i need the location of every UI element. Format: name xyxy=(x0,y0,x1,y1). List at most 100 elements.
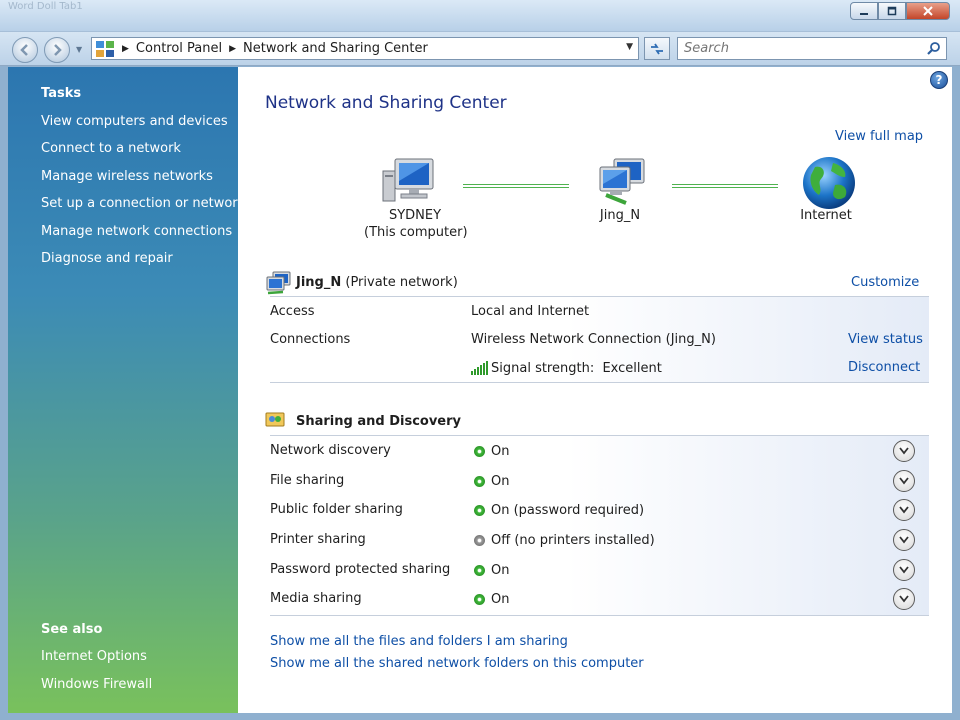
access-value: Local and Internet xyxy=(471,304,590,319)
map-internet-label: Internet xyxy=(800,208,852,223)
chevron-down-icon[interactable]: ▼ xyxy=(626,42,633,52)
control-panel-icon xyxy=(95,40,115,58)
customize-link[interactable]: Customize xyxy=(851,275,919,290)
chevron-down-icon xyxy=(899,477,909,485)
task-pane: Tasks View computers and devices Connect… xyxy=(8,67,245,713)
show-shared-folders-link[interactable]: Show me all the shared network folders o… xyxy=(270,656,644,671)
window-ghost-title: Word Doll Tab1 xyxy=(8,1,83,12)
view-full-map-link[interactable]: View full map xyxy=(835,129,923,144)
divider xyxy=(270,615,929,616)
window-controls xyxy=(850,2,950,20)
breadcrumb-separator-icon: ▶ xyxy=(229,43,237,54)
task-manage-connections[interactable]: Manage network connections xyxy=(41,224,232,239)
signal-strength: Signal strength: Excellent xyxy=(491,361,662,376)
private-network-icon xyxy=(266,271,291,295)
refresh-button[interactable] xyxy=(644,37,670,60)
computer-icon[interactable] xyxy=(381,157,437,207)
minimize-icon xyxy=(860,13,868,15)
task-view-computers[interactable]: View computers and devices xyxy=(41,114,228,129)
arrow-left-icon xyxy=(20,44,28,56)
expand-network-discovery-button[interactable] xyxy=(893,440,915,462)
status-on-icon xyxy=(474,565,485,576)
expand-file-sharing-button[interactable] xyxy=(893,470,915,492)
expand-password-sharing-button[interactable] xyxy=(893,559,915,581)
refresh-icon xyxy=(651,43,663,54)
minimize-button[interactable] xyxy=(850,2,878,20)
sharing-heading: Sharing and Discovery xyxy=(296,414,461,429)
search-input[interactable] xyxy=(684,41,914,56)
task-connect-network[interactable]: Connect to a network xyxy=(41,141,181,156)
divider xyxy=(270,435,929,436)
sharing-icon xyxy=(265,412,285,427)
tasks-heading: Tasks xyxy=(41,86,82,101)
status-text: On xyxy=(491,592,510,607)
network-icon[interactable] xyxy=(596,157,648,207)
sharing-row-password-protected: Password protected sharing xyxy=(270,562,451,577)
signal-value: Excellent xyxy=(602,361,662,376)
task-diagnose-repair[interactable]: Diagnose and repair xyxy=(41,251,173,266)
sharing-row-media: Media sharing xyxy=(270,591,362,606)
disconnect-link[interactable]: Disconnect xyxy=(848,360,920,375)
sharing-row-file-sharing: File sharing xyxy=(270,473,345,488)
sharing-row-network-discovery: Network discovery xyxy=(270,443,391,458)
expand-public-folder-button[interactable] xyxy=(893,499,915,521)
status-text: On xyxy=(491,444,510,459)
sharing-row-public-folder: Public folder sharing xyxy=(270,502,403,517)
maximize-button[interactable] xyxy=(878,2,906,20)
breadcrumb-control-panel[interactable]: Control Panel xyxy=(136,41,222,56)
status-off-icon xyxy=(474,535,485,546)
sharing-heading-text: Sharing and Discovery xyxy=(296,414,462,429)
chevron-down-icon xyxy=(899,536,909,544)
sharing-panel xyxy=(270,435,929,615)
page-title: Network and Sharing Center xyxy=(265,93,507,113)
back-button[interactable] xyxy=(12,37,38,63)
signal-label: Signal strength: xyxy=(491,361,595,376)
address-toolbar: ▼ ▶ Control Panel ▶ Network and Sharing … xyxy=(0,32,960,66)
expand-printer-sharing-button[interactable] xyxy=(893,529,915,551)
status-on-icon xyxy=(474,476,485,487)
status-text: On xyxy=(491,563,510,578)
status-text: On (password required) xyxy=(491,503,645,518)
search-icon[interactable] xyxy=(927,41,941,55)
task-manage-wireless[interactable]: Manage wireless networks xyxy=(41,169,213,184)
status-on-icon xyxy=(474,594,485,605)
chevron-down-icon xyxy=(899,595,909,603)
network-name: Jing_N xyxy=(296,275,342,290)
search-box[interactable] xyxy=(677,37,947,60)
globe-icon[interactable] xyxy=(801,155,857,211)
see-also-heading: See also xyxy=(41,622,103,637)
title-bar: Word Doll Tab1 xyxy=(0,0,960,32)
chevron-down-icon xyxy=(899,506,909,514)
recent-pages-dropdown[interactable]: ▼ xyxy=(76,45,82,54)
map-network-name: Jing_N xyxy=(599,208,641,223)
sharing-row-printer: Printer sharing xyxy=(270,532,366,547)
network-type: (Private network) xyxy=(345,275,458,290)
breadcrumb-network-center[interactable]: Network and Sharing Center xyxy=(243,41,428,56)
divider xyxy=(270,382,929,383)
address-field[interactable]: ▶ Control Panel ▶ Network and Sharing Ce… xyxy=(91,37,639,60)
show-shared-files-link[interactable]: Show me all the files and folders I am s… xyxy=(270,634,568,649)
map-computer-sub: (This computer) xyxy=(364,225,468,240)
status-on-icon xyxy=(474,505,485,516)
help-icon[interactable]: ? xyxy=(930,71,948,89)
status-on-icon xyxy=(474,446,485,457)
link-windows-firewall[interactable]: Windows Firewall xyxy=(41,677,152,692)
task-setup-connection[interactable]: Set up a connection or network xyxy=(41,196,245,211)
network-heading: Jing_N (Private network) xyxy=(296,275,458,290)
expand-media-sharing-button[interactable] xyxy=(893,588,915,610)
status-text: Off (no printers installed) xyxy=(491,533,655,548)
main-content: ? Network and Sharing Center View full m… xyxy=(238,67,952,713)
chevron-down-icon xyxy=(899,447,909,455)
breadcrumb-separator-icon: ▶ xyxy=(122,43,129,54)
connection-value: Wireless Network Connection (Jing_N) xyxy=(471,332,716,347)
maximize-icon xyxy=(887,6,897,16)
map-connection-line xyxy=(463,184,569,188)
forward-button[interactable] xyxy=(44,37,70,63)
status-text: On xyxy=(491,474,510,489)
access-label: Access xyxy=(270,304,315,319)
link-internet-options[interactable]: Internet Options xyxy=(41,649,147,664)
arrow-right-icon xyxy=(54,44,62,56)
map-internet-line xyxy=(672,184,778,188)
close-button[interactable] xyxy=(906,2,950,20)
view-status-link[interactable]: View status xyxy=(848,332,923,347)
